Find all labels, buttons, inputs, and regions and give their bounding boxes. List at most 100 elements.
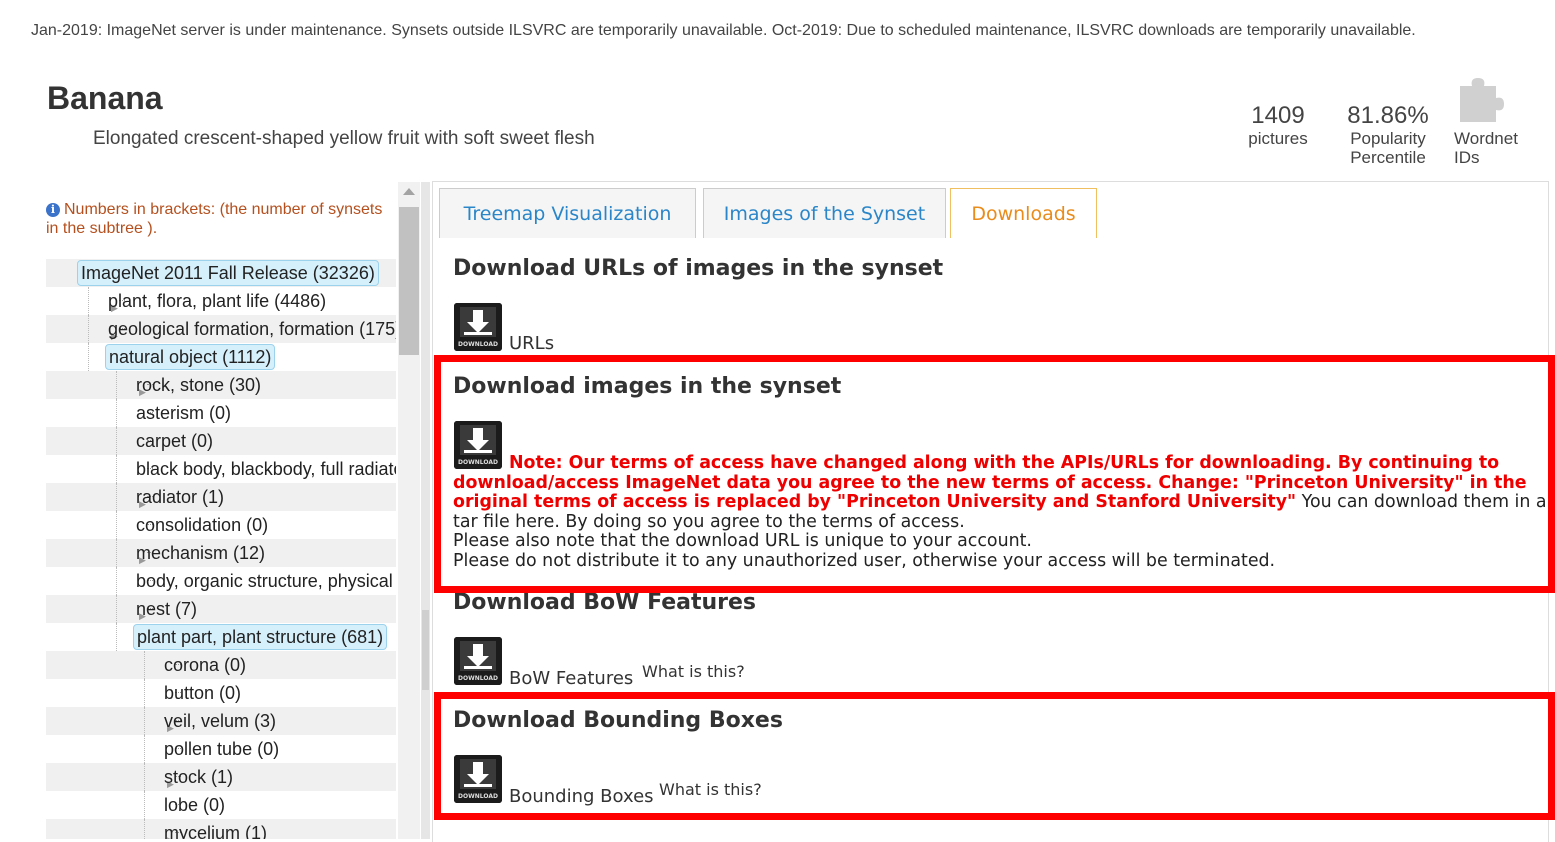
tree-row[interactable]: ▶ mechanism (12) xyxy=(46,539,396,567)
tree-item-label[interactable]: mechanism (12) xyxy=(136,539,265,567)
tree-list: ▼ImageNet 2011 Fall Release (32326)▶plan… xyxy=(46,259,396,839)
tree-item-label[interactable]: geological formation, formation (175) xyxy=(108,315,396,343)
panel-splitter[interactable] xyxy=(421,182,430,839)
tree-item-label[interactable]: black body, blackbody, full radiator (0) xyxy=(136,455,396,483)
info-icon: i xyxy=(46,203,60,217)
tree-row[interactable]: lobe (0) xyxy=(46,791,396,819)
tree-item-label[interactable]: nest (7) xyxy=(136,595,197,623)
tree-guide-line xyxy=(144,819,145,839)
images-highlight-box xyxy=(434,355,1555,593)
pictures-label: pictures xyxy=(1248,129,1308,148)
bow-help-link[interactable]: What is this? xyxy=(642,662,745,681)
tab-downloads[interactable]: Downloads xyxy=(950,188,1097,238)
tree-row[interactable]: ▼natural object (1112) xyxy=(46,343,396,371)
tree-row[interactable]: ▶ rock, stone (30) xyxy=(46,371,396,399)
tree-row[interactable]: asterism (0) xyxy=(46,399,396,427)
tree-guide-line xyxy=(144,791,145,819)
percentile-label: Percentile xyxy=(1350,148,1426,167)
tree-guide-line xyxy=(116,539,117,567)
tree-item-label[interactable]: button (0) xyxy=(164,679,241,707)
tree-item-label[interactable]: stock (1) xyxy=(164,763,233,791)
tree-guide-line xyxy=(144,679,145,707)
wordnet-label: Wordnet xyxy=(1454,129,1518,148)
popularity-value: 81.86% xyxy=(1347,102,1429,129)
tree-row[interactable]: body, organic structure, physical struct… xyxy=(46,567,396,595)
tree-guide-line xyxy=(88,343,89,371)
tree-item-label[interactable]: veil, velum (3) xyxy=(164,707,276,735)
tree-row[interactable]: ▶ nest (7) xyxy=(46,595,396,623)
tree-row[interactable]: ▶ geological formation, formation (175) xyxy=(46,315,396,343)
tree-row[interactable]: black body, blackbody, full radiator (0) xyxy=(46,455,396,483)
tree-row[interactable]: ▶ veil, velum (3) xyxy=(46,707,396,735)
tree-info-text: Numbers in brackets: (the number of syns… xyxy=(46,201,383,237)
tree-row[interactable]: ▶ plant, flora, plant life (4486) xyxy=(46,287,396,315)
tree-guide-line xyxy=(116,511,117,539)
tree-guide-line xyxy=(116,595,117,623)
tree-guide-line xyxy=(116,483,117,511)
puzzle-icon xyxy=(1460,78,1504,122)
urls-link[interactable]: URLs xyxy=(509,333,554,354)
tree-guide-line xyxy=(144,763,145,791)
download-arrow-icon: DOWNLOAD xyxy=(454,303,502,351)
bbox-highlight-box xyxy=(434,692,1555,820)
download-icon[interactable]: DOWNLOAD xyxy=(454,303,502,351)
tree-item-label[interactable]: carpet (0) xyxy=(136,427,213,455)
synset-tree-panel: i Numbers in brackets: (the number of syn… xyxy=(46,182,396,839)
tree-guide-line xyxy=(116,399,117,427)
tree-row[interactable]: ▶ stock (1) xyxy=(46,763,396,791)
tree-info: i Numbers in brackets: (the number of syn… xyxy=(46,200,391,238)
tree-item-label[interactable]: corona (0) xyxy=(164,651,246,679)
tab-images[interactable]: Images of the Synset xyxy=(703,188,946,238)
download-arrow-icon: DOWNLOAD xyxy=(454,637,502,685)
tree-item-label[interactable]: radiator (1) xyxy=(136,483,224,511)
tree-item-label[interactable]: mycelium (1) xyxy=(164,819,267,839)
tree-guide-line xyxy=(116,623,117,651)
tree-item-label[interactable]: consolidation (0) xyxy=(136,511,268,539)
maintenance-notice: Jan-2019: ImageNet server is under maint… xyxy=(31,22,1416,39)
tree-row[interactable]: ▼plant part, plant structure (681) xyxy=(46,623,396,651)
splitter-handle[interactable] xyxy=(422,610,429,690)
tree-scrollbar[interactable] xyxy=(398,182,420,839)
tree-guide-line xyxy=(144,651,145,679)
tree-item-label[interactable]: plant, flora, plant life (4486) xyxy=(108,287,326,315)
pictures-count: 1409 xyxy=(1251,102,1305,129)
tree-row[interactable]: pollen tube (0) xyxy=(46,735,396,763)
bow-section-title: Download BoW Features xyxy=(453,590,757,615)
tree-row[interactable]: ▶ radiator (1) xyxy=(46,483,396,511)
tree-row[interactable]: consolidation (0) xyxy=(46,511,396,539)
tree-item-label[interactable]: body, organic structure, physical struct… xyxy=(136,567,396,595)
synset-gloss: Elongated crescent-shaped yellow fruit w… xyxy=(93,128,595,149)
tree-item-label[interactable]: ImageNet 2011 Fall Release (32326) xyxy=(77,260,379,286)
scroll-thumb[interactable] xyxy=(399,207,419,355)
tree-row[interactable]: button (0) xyxy=(46,679,396,707)
tree-row[interactable]: carpet (0) xyxy=(46,427,396,455)
bow-link[interactable]: BoW Features xyxy=(509,668,633,689)
tree-guide-line xyxy=(88,287,89,315)
pictures-stat: 1409 pictures xyxy=(1240,102,1316,149)
tree-row[interactable]: ▼ImageNet 2011 Fall Release (32326) xyxy=(46,259,396,287)
synset-title: Banana xyxy=(47,80,163,116)
tree-guide-line xyxy=(116,455,117,483)
popularity-stat: 81.86% Popularity Percentile xyxy=(1340,102,1436,168)
scroll-up-arrow-icon[interactable] xyxy=(403,188,415,195)
download-icon[interactable]: DOWNLOAD xyxy=(454,637,502,685)
tree-item-label[interactable]: asterism (0) xyxy=(136,399,231,427)
tree-guide-line xyxy=(144,707,145,735)
tree-row[interactable]: corona (0) xyxy=(46,651,396,679)
tree-guide-line xyxy=(116,427,117,455)
popularity-label: Popularity xyxy=(1350,129,1426,148)
wordnet-ids-link[interactable]: Wordnet IDs xyxy=(1454,74,1534,167)
tree-guide-line xyxy=(116,371,117,399)
tree-guide-line xyxy=(116,567,117,595)
tree-item-label[interactable]: natural object (1112) xyxy=(105,344,276,370)
tab-treemap[interactable]: Treemap Visualization xyxy=(439,188,696,238)
tree-row[interactable]: ▶mycelium (1) xyxy=(46,819,396,839)
tree-item-label[interactable]: plant part, plant structure (681) xyxy=(133,624,388,650)
ids-label: IDs xyxy=(1454,148,1480,167)
tree-item-label[interactable]: lobe (0) xyxy=(164,791,225,819)
svg-text:DOWNLOAD: DOWNLOAD xyxy=(458,675,498,682)
svg-text:DOWNLOAD: DOWNLOAD xyxy=(458,341,498,348)
tree-item-label[interactable]: pollen tube (0) xyxy=(164,735,279,763)
urls-section-title: Download URLs of images in the synset xyxy=(453,256,944,281)
tree-item-label[interactable]: rock, stone (30) xyxy=(136,371,261,399)
